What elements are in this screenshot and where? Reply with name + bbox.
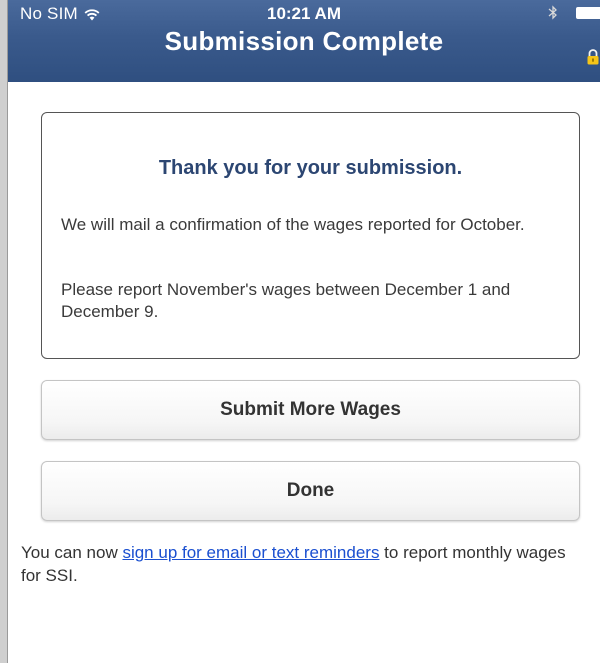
page-title: Submission Complete	[164, 26, 444, 56]
window-frame-edge	[0, 0, 8, 663]
reminder-note: You can now sign up for email or text re…	[21, 541, 581, 587]
status-bar: No SIM 10:21 AM	[8, 0, 600, 26]
confirmation-heading: Thank you for your submission.	[158, 157, 463, 179]
confirmation-card: Thank you for your submission. We will m…	[41, 112, 580, 359]
header-bar: No SIM 10:21 AM Submission Complete	[8, 0, 600, 82]
status-time: 10:21 AM	[266, 4, 341, 23]
next-report-text: Please report November's wages between D…	[61, 280, 511, 321]
submit-more-wages-button[interactable]: Submit More Wages	[41, 380, 580, 440]
done-button[interactable]: Done	[41, 461, 580, 521]
bluetooth-icon	[548, 5, 557, 20]
reminders-signup-link[interactable]: sign up for email or text reminders	[122, 543, 379, 562]
battery-icon	[576, 7, 600, 19]
lock-icon	[587, 49, 599, 65]
confirmation-mail-text: We will mail a confirmation of the wages…	[61, 215, 525, 234]
reminder-note-prefix: You can now	[21, 543, 123, 562]
